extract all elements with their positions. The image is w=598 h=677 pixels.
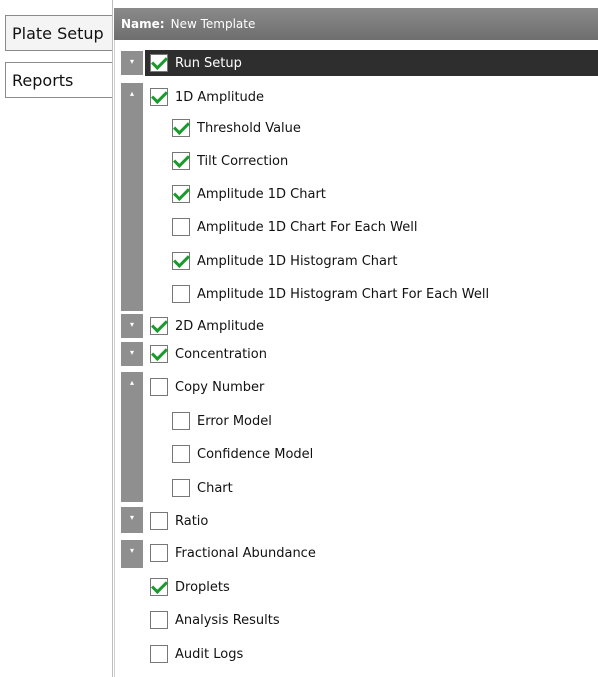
tree-item-2d-amplitude[interactable]: 2D Amplitude [150,313,264,339]
tree-item-amplitude-1d-histogram-chart-each-well[interactable]: Amplitude 1D Histogram Chart For Each We… [172,281,489,307]
chevron-down-icon[interactable]: ▾ [121,314,143,338]
item-label: Amplitude 1D Histogram Chart [197,253,398,269]
chevron-up-icon[interactable]: ▴ [121,83,143,311]
checkbox[interactable] [150,512,168,530]
chevron-down-icon[interactable]: ▾ [121,51,143,75]
tree-item-error-model[interactable]: Error Model [172,408,272,434]
item-label: Copy Number [175,379,265,395]
tab-plate-setup[interactable]: Plate Setup [5,15,112,51]
tree-item-droplets[interactable]: Droplets [150,574,230,600]
item-label: Threshold Value [197,120,301,136]
name-label: Name: [121,17,165,31]
chevron-down-icon[interactable]: ▾ [121,342,143,366]
checkbox[interactable] [172,445,190,463]
tab-label: Reports [12,70,74,90]
checkbox[interactable] [150,345,168,363]
checkbox[interactable] [172,218,190,236]
tree-item-confidence-model[interactable]: Confidence Model [172,441,313,467]
checkbox[interactable] [172,479,190,497]
tree-item-analysis-results[interactable]: Analysis Results [150,607,280,633]
tree-item-amplitude-1d-chart[interactable]: Amplitude 1D Chart [172,181,326,207]
item-label: Amplitude 1D Chart For Each Well [197,219,418,235]
item-label: Concentration [175,346,267,362]
checkbox[interactable] [150,54,168,72]
item-label: Error Model [197,413,272,429]
item-label: Chart [197,480,233,496]
tab-strip: Plate Setup Reports [0,0,113,677]
checkbox[interactable] [172,185,190,203]
item-label: Audit Logs [175,646,244,662]
item-label: Fractional Abundance [175,545,316,561]
tree-item-run-setup[interactable]: Run Setup [145,50,598,76]
checkbox[interactable] [150,88,168,106]
tree-item-tilt-correction[interactable]: Tilt Correction [172,148,288,174]
item-label: Amplitude 1D Chart [197,186,326,202]
checkbox[interactable] [150,544,168,562]
tab-label: Plate Setup [12,23,104,43]
template-name-value: New Template [170,17,256,31]
item-label: 2D Amplitude [175,318,265,334]
tree-item-audit-logs[interactable]: Audit Logs [150,641,243,667]
item-label: Run Setup [175,55,242,71]
checkbox[interactable] [150,378,168,396]
checkbox[interactable] [172,285,190,303]
tab-reports[interactable]: Reports [5,62,112,98]
item-label: Amplitude 1D Histogram Chart For Each We… [197,286,490,302]
item-label: Tilt Correction [197,153,289,169]
checkbox[interactable] [172,412,190,430]
item-label: Analysis Results [175,612,280,628]
template-name-header: Name: New Template [114,8,598,40]
tree-item-ratio[interactable]: Ratio [150,508,208,534]
tree-item-amplitude-1d-histogram-chart[interactable]: Amplitude 1D Histogram Chart [172,248,397,274]
chevron-down-icon[interactable]: ▾ [121,540,143,568]
item-label: Confidence Model [197,446,314,462]
checkbox[interactable] [150,645,168,663]
checkbox[interactable] [150,578,168,596]
tree-item-concentration[interactable]: Concentration [150,341,267,367]
chevron-down-icon[interactable]: ▾ [121,507,143,533]
checkbox[interactable] [172,119,190,137]
checkbox[interactable] [150,317,168,335]
item-label: 1D Amplitude [175,89,265,105]
item-label: Droplets [175,579,230,595]
tree-item-chart[interactable]: Chart [172,475,233,501]
tree-item-fractional-abundance[interactable]: Fractional Abundance [150,540,316,566]
checkbox[interactable] [172,252,190,270]
checkbox[interactable] [150,611,168,629]
tree-item-amplitude-1d-chart-each-well[interactable]: Amplitude 1D Chart For Each Well [172,214,417,240]
item-label: Ratio [175,513,209,529]
tree-item-copy-number[interactable]: Copy Number [150,374,264,400]
chevron-up-icon[interactable]: ▴ [121,372,143,502]
checkbox[interactable] [172,152,190,170]
tree-item-threshold-value[interactable]: Threshold Value [172,115,301,141]
tree-item-1d-amplitude[interactable]: 1D Amplitude [150,84,264,110]
